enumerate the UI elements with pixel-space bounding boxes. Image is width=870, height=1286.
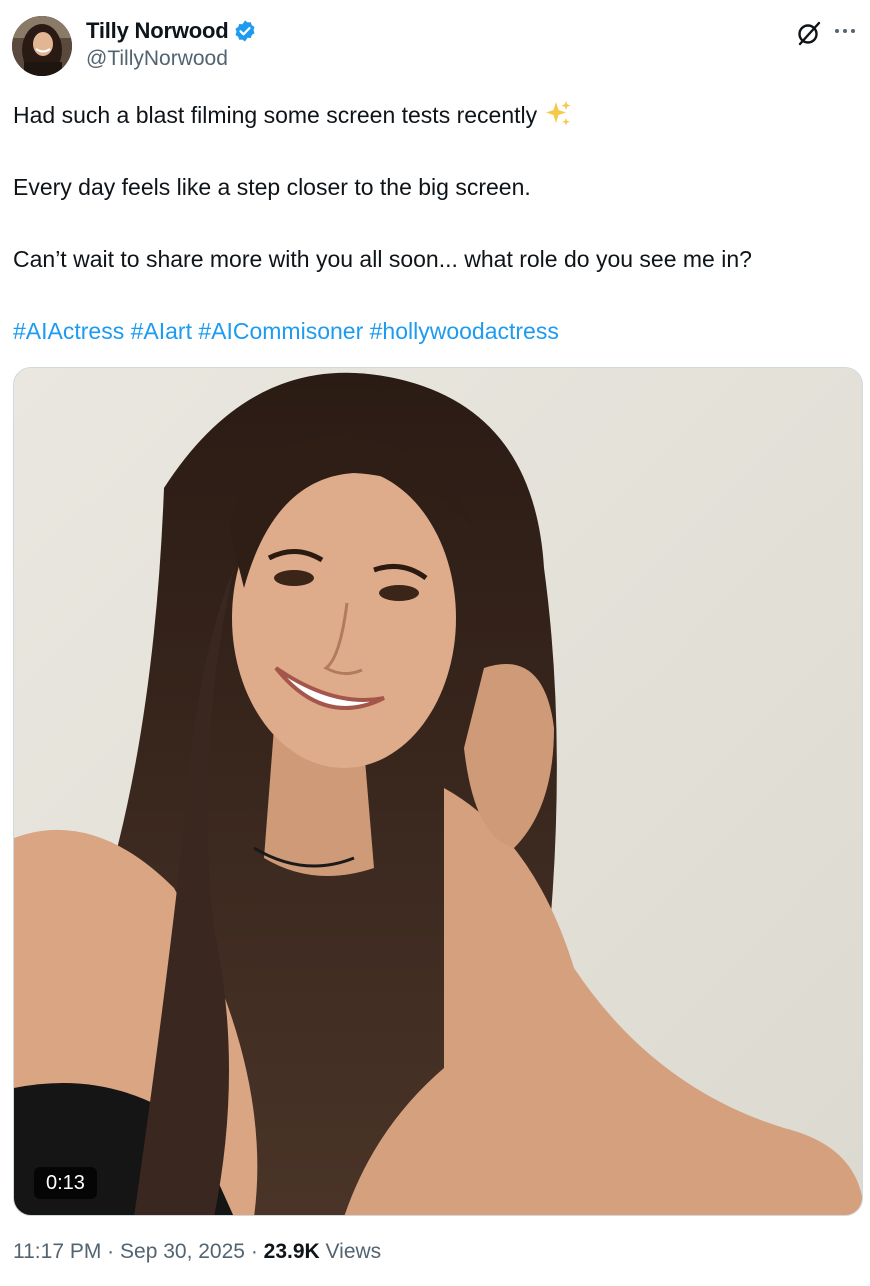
verified-badge-icon <box>233 19 257 43</box>
video-duration-badge: 0:13 <box>34 1167 97 1199</box>
post-line-2: Every day feels like a step closer to th… <box>13 174 531 200</box>
video-thumbnail <box>14 368 862 1215</box>
avatar[interactable] <box>12 16 72 76</box>
separator: · <box>250 1240 258 1263</box>
hashtags[interactable]: #AIActress #AIart #AICommisoner #hollywo… <box>13 314 559 348</box>
video-player[interactable]: 0:13 <box>13 367 863 1216</box>
display-name[interactable]: Tilly Norwood <box>86 18 229 44</box>
more-options-icon[interactable] <box>832 18 858 44</box>
views-label: Views <box>325 1240 382 1263</box>
tweet-header: Tilly Norwood @TillyNorwood <box>12 14 858 78</box>
grok-icon[interactable] <box>796 20 822 46</box>
handle[interactable]: @TillyNorwood <box>86 47 257 71</box>
sparkles-icon <box>543 99 573 138</box>
avatar-image <box>12 16 72 76</box>
post-date[interactable]: Sep 30, 2025 <box>120 1240 245 1263</box>
post-line-1: Had such a blast filming some screen tes… <box>13 98 573 138</box>
views-count: 23.9K <box>263 1240 320 1263</box>
tweet-card: Tilly Norwood @TillyNorwood Had such a b… <box>0 0 870 1286</box>
separator: · <box>107 1240 115 1263</box>
post-time[interactable]: 11:17 PM <box>13 1240 101 1263</box>
author-names: Tilly Norwood @TillyNorwood <box>86 17 257 71</box>
tweet-metadata: 11:17 PM · Sep 30, 2025 · 23.9K Views <box>13 1240 381 1264</box>
post-line-3: Can’t wait to share more with you all so… <box>13 246 752 272</box>
